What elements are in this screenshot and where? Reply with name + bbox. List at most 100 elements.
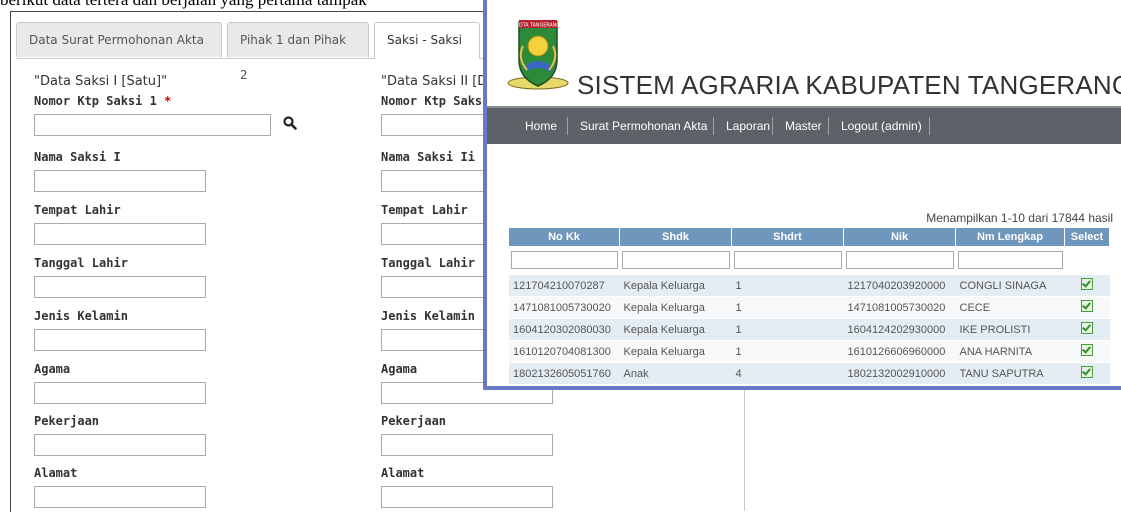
pekerjaan-saksi2-input[interactable] bbox=[381, 434, 553, 456]
field-nomor-ktp-saksi1: Nomor Ktp Saksi 1 * bbox=[34, 94, 297, 136]
cell-shdrt: 1 bbox=[731, 274, 844, 297]
column-shdk[interactable]: Shdk bbox=[619, 228, 732, 246]
alamat-saksi1-input[interactable] bbox=[34, 486, 206, 508]
jenis-kelamin-saksi1-input[interactable] bbox=[34, 329, 206, 351]
cell-nama: ANA HARNITA bbox=[955, 340, 1065, 363]
nav-home[interactable]: Home bbox=[525, 108, 557, 144]
search-icon[interactable] bbox=[283, 115, 297, 134]
filter-no-kk-input[interactable] bbox=[511, 251, 618, 269]
nav-master[interactable]: Master bbox=[785, 108, 822, 144]
label-jenis-kelamin-saksi1: Jenis Kelamin bbox=[34, 309, 128, 323]
table-row: 1471081005730020 Kepala Keluarga 1 14710… bbox=[509, 296, 1110, 319]
cell-shdk: Kepala Keluarga bbox=[619, 274, 732, 297]
tanggal-lahir-saksi1-input[interactable] bbox=[34, 276, 206, 298]
cell-nama: CECE bbox=[955, 296, 1065, 319]
column-nm-lengkap[interactable]: Nm Lengkap bbox=[955, 228, 1065, 246]
saksi2-title: "Data Saksi II [D bbox=[381, 74, 488, 89]
filter-nm-lengkap-input[interactable] bbox=[957, 251, 1063, 269]
filter-shdk-input[interactable] bbox=[621, 251, 730, 269]
filter-shdrt-input[interactable] bbox=[733, 251, 842, 269]
select-checkbox-icon[interactable] bbox=[1081, 366, 1093, 378]
results-summary: Menampilkan 1-10 dari 17844 hasil bbox=[926, 211, 1113, 225]
tab-pihak[interactable]: Pihak 1 dan Pihak 2 bbox=[227, 22, 369, 82]
required-marker: * bbox=[164, 94, 172, 108]
field-jenis-kelamin-saksi1: Jenis Kelamin bbox=[34, 309, 206, 351]
cell-shdk: Kepala Keluarga bbox=[619, 296, 732, 319]
field-alamat-saksi2: Alamat bbox=[381, 466, 553, 508]
cell-nama: IKE PROLISTI bbox=[955, 318, 1065, 341]
field-agama-saksi1: Agama bbox=[34, 362, 206, 404]
table-row: 121704210070287 Kepala Keluarga 1 121704… bbox=[509, 274, 1110, 297]
field-alamat-saksi1: Alamat bbox=[34, 466, 206, 508]
popup-title: SISTEM AGRARIA KABUPATEN TANGERANG bbox=[577, 70, 1121, 100]
cell-nik: 1604124202930000 bbox=[843, 318, 956, 341]
citizen-grid: No Kk Shdk Shdrt Nik Nm Lengkap Select 1… bbox=[509, 228, 1110, 385]
column-divider bbox=[744, 385, 745, 511]
nav-logout[interactable]: Logout (admin) bbox=[841, 108, 922, 144]
cell-shdrt: 1 bbox=[731, 340, 844, 363]
table-row: 1802132605051760 Anak 4 1802132002910000… bbox=[509, 362, 1110, 385]
select-checkbox-icon[interactable] bbox=[1081, 300, 1093, 312]
label-alamat-saksi2: Alamat bbox=[381, 466, 425, 480]
top-navbar: Home Surat Permohonan Akta Laporan Maste… bbox=[487, 106, 1121, 144]
select-checkbox-icon[interactable] bbox=[1081, 322, 1093, 334]
cell-no-kk: 1802132605051760 bbox=[509, 362, 620, 385]
label-agama-saksi1: Agama bbox=[34, 362, 71, 376]
cell-nama: CONGLI SINAGA bbox=[955, 274, 1065, 297]
cell-nik: 1610126606960000 bbox=[843, 340, 956, 363]
label-pekerjaan-saksi1: Pekerjaan bbox=[34, 414, 100, 428]
select-checkbox-icon[interactable] bbox=[1081, 344, 1093, 356]
cell-shdk: Kepala Keluarga bbox=[619, 340, 732, 363]
field-pekerjaan-saksi2: Pekerjaan bbox=[381, 414, 553, 456]
select-checkbox-icon[interactable] bbox=[1081, 278, 1093, 290]
column-select: Select bbox=[1064, 228, 1110, 246]
column-no-kk[interactable]: No Kk bbox=[509, 228, 620, 246]
cell-no-kk: 1610120704081300 bbox=[509, 340, 620, 363]
saksi1-section: "Data Saksi I [Satu]" bbox=[34, 74, 167, 90]
alamat-saksi2-input[interactable] bbox=[381, 486, 553, 508]
label-tanggal-lahir-saksi1: Tanggal Lahir bbox=[34, 256, 128, 270]
cell-no-kk: 1604120302080030 bbox=[509, 318, 620, 341]
table-row: 1610120704081300 Kepala Keluarga 1 16101… bbox=[509, 340, 1110, 363]
cell-no-kk: 1471081005730020 bbox=[509, 296, 620, 319]
tangerang-logo: KOTA TANGERANG bbox=[505, 16, 571, 92]
tab-saksi[interactable]: Saksi - Saksi bbox=[374, 22, 480, 59]
cell-shdrt: 1 bbox=[731, 318, 844, 341]
popup-header: KOTA TANGERANG SISTEM AGRARIA KABUPATEN … bbox=[487, 0, 1121, 106]
label-nomor-ktp-saksi1: Nomor Ktp Saksi 1 bbox=[34, 94, 157, 108]
field-tanggal-lahir-saksi1: Tanggal Lahir bbox=[34, 256, 206, 298]
tempat-lahir-saksi1-input[interactable] bbox=[34, 223, 206, 245]
label-nama-saksi1: Nama Saksi I bbox=[34, 150, 121, 164]
saksi2-section: "Data Saksi II [D bbox=[381, 74, 487, 90]
tab-bar: Data Surat Permohonan Akta Pihak 1 dan P… bbox=[16, 22, 486, 82]
pekerjaan-saksi1-input[interactable] bbox=[34, 434, 206, 456]
table-row: 1604120302080030 Kepala Keluarga 1 16041… bbox=[509, 318, 1110, 341]
field-tempat-lahir-saksi1: Tempat Lahir bbox=[34, 203, 206, 245]
label-alamat-saksi1: Alamat bbox=[34, 466, 78, 480]
column-shdrt[interactable]: Shdrt bbox=[731, 228, 844, 246]
agama-saksi1-input[interactable] bbox=[34, 382, 206, 404]
filter-row bbox=[509, 246, 1110, 275]
cell-shdk: Kepala Keluarga bbox=[619, 318, 732, 341]
tab-data-surat[interactable]: Data Surat Permohonan Akta bbox=[16, 22, 222, 57]
cell-nik: 1802132002910000 bbox=[843, 362, 956, 385]
cell-nik: 1471081005730020 bbox=[843, 296, 956, 319]
cell-shdrt: 1 bbox=[731, 296, 844, 319]
column-nik[interactable]: Nik bbox=[843, 228, 956, 246]
field-pekerjaan-saksi1: Pekerjaan bbox=[34, 414, 206, 456]
nav-surat-permohonan-akta[interactable]: Surat Permohonan Akta bbox=[580, 108, 707, 144]
cell-nama: TANU SAPUTRA bbox=[955, 362, 1065, 385]
label-pekerjaan-saksi2: Pekerjaan bbox=[381, 414, 447, 428]
filter-nik-input[interactable] bbox=[845, 251, 954, 269]
field-nama-saksi1: Nama Saksi I bbox=[34, 150, 206, 192]
cell-nik: 1217040203920000 bbox=[843, 274, 956, 297]
nomor-ktp-saksi1-input[interactable] bbox=[34, 114, 271, 136]
saksi1-title: "Data Saksi I [Satu]" bbox=[34, 74, 168, 89]
cell-no-kk: 121704210070287 bbox=[509, 274, 620, 297]
lookup-popup: KOTA TANGERANG SISTEM AGRARIA KABUPATEN … bbox=[483, 0, 1121, 390]
svg-text:KOTA TANGERANG: KOTA TANGERANG bbox=[516, 23, 560, 29]
page-caption: berikut data tertera dan berjalan yang p… bbox=[0, 0, 367, 10]
label-tempat-lahir-saksi1: Tempat Lahir bbox=[34, 203, 121, 217]
nav-laporan[interactable]: Laporan bbox=[726, 108, 770, 144]
nama-saksi1-input[interactable] bbox=[34, 170, 206, 192]
